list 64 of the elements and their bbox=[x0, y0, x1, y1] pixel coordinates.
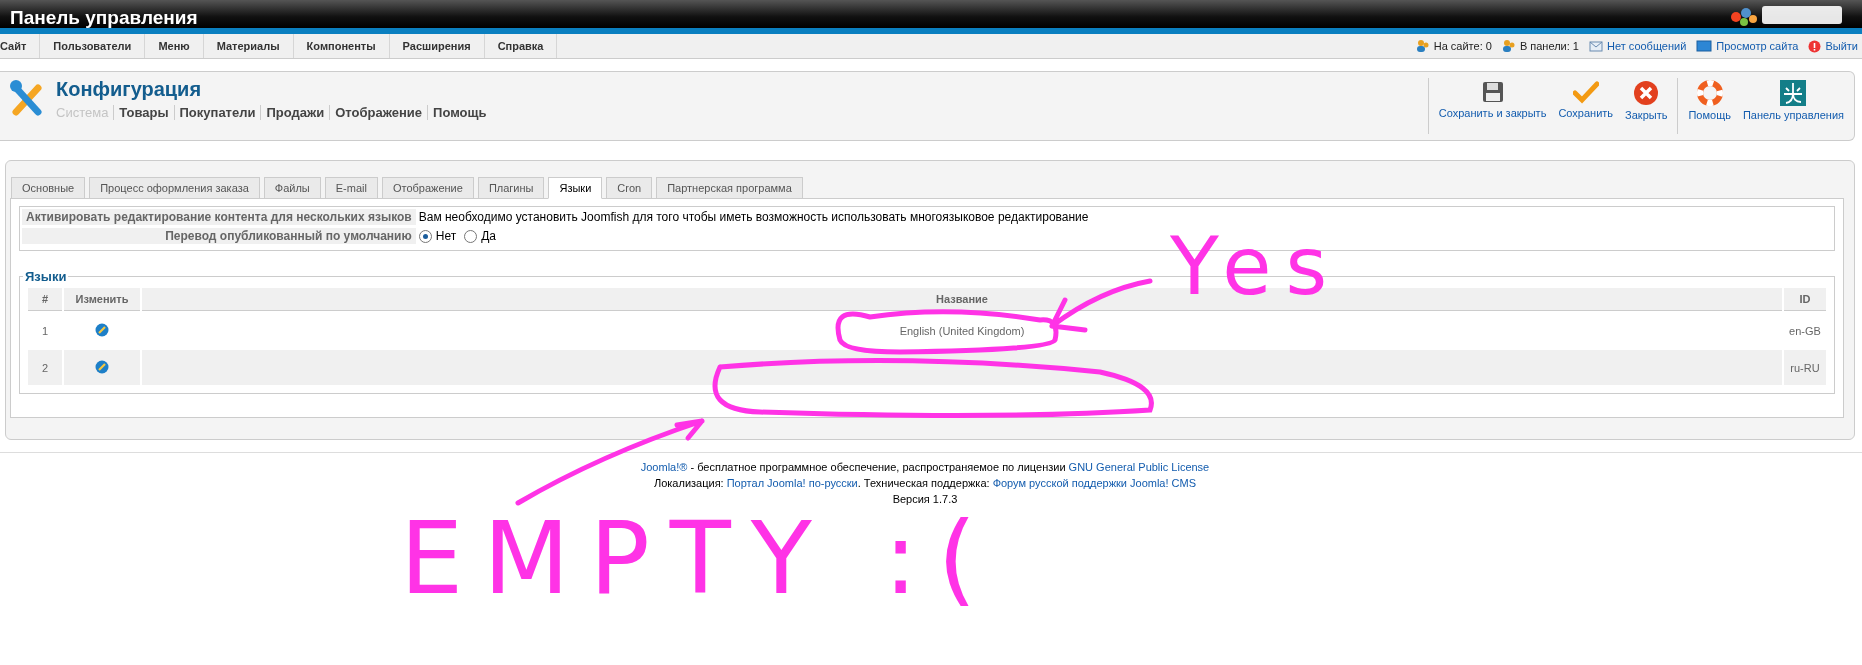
setting-label: Активировать редактирование контента для нескольких языков bbox=[22, 209, 416, 225]
column-header: # bbox=[28, 288, 62, 311]
submenu-link[interactable]: Продажи bbox=[260, 105, 330, 120]
menu-item[interactable]: Сайт bbox=[0, 34, 41, 58]
tab[interactable]: E-mail bbox=[324, 177, 378, 199]
menu-item[interactable]: Компоненты bbox=[293, 34, 390, 58]
radio-label: Да bbox=[481, 229, 496, 243]
status-link[interactable]: Выйти bbox=[1825, 40, 1858, 52]
footer-link[interactable]: Форум русской поддержки Joomla! CMS bbox=[992, 477, 1197, 489]
pencil-icon[interactable] bbox=[95, 359, 109, 374]
footer-text: Версия 1.7.3 bbox=[892, 493, 958, 505]
footer-link[interactable]: GNU General Public License bbox=[1068, 461, 1210, 473]
table-cell: 2 bbox=[28, 350, 62, 385]
toolbar-button[interactable]: Помощь bbox=[1682, 78, 1737, 134]
radio-button[interactable] bbox=[464, 229, 478, 243]
radio-button[interactable] bbox=[418, 229, 432, 243]
menu-item[interactable]: Пользователи bbox=[40, 34, 146, 58]
tab[interactable]: Языки bbox=[548, 177, 603, 199]
users-icon bbox=[1415, 39, 1430, 53]
setting-label: Перевод опубликованный по умолчанию bbox=[22, 228, 416, 244]
footer-link[interactable]: Портал Joomla! по-русски bbox=[726, 477, 858, 489]
page-title: Конфигурация bbox=[56, 78, 203, 101]
users-icon bbox=[1501, 39, 1516, 53]
menu-item[interactable]: Расширения bbox=[389, 34, 485, 58]
pencil-icon[interactable] bbox=[95, 322, 109, 337]
setting-value: Вам необходимо установить Joomfish для того чтобы иметь возможность использовать многоязыковое редактирование bbox=[417, 209, 1090, 225]
column-header: Изменить bbox=[64, 288, 140, 311]
status-link[interactable]: Нет сообщений bbox=[1606, 40, 1687, 52]
status-link[interactable]: Просмотр сайта bbox=[1716, 40, 1799, 52]
footer-text: Joomla!® - бесплатное программное обеспечение, распространяемое по лицензии GNU General Public License bbox=[640, 461, 1210, 473]
submenu-link[interactable]: Отображение bbox=[329, 105, 428, 120]
menu-item[interactable]: Меню bbox=[145, 34, 204, 58]
fieldset-legend: Языки bbox=[23, 269, 69, 284]
alert-icon bbox=[1808, 39, 1822, 53]
column-header: ID bbox=[1784, 288, 1826, 311]
close-icon bbox=[1633, 80, 1660, 106]
toolbar-button[interactable]: Панель управления bbox=[1736, 78, 1850, 134]
menu-item[interactable]: Материалы bbox=[203, 34, 294, 58]
radio-label: Нет bbox=[435, 229, 457, 243]
footer-link[interactable]: Joomla!® bbox=[640, 461, 688, 473]
tab[interactable]: Плагины bbox=[477, 177, 545, 199]
tab[interactable]: Отображение bbox=[381, 177, 474, 199]
tab[interactable]: Процесс оформления заказа bbox=[89, 177, 260, 199]
tab[interactable]: Файлы bbox=[263, 177, 321, 199]
toolbar-button[interactable]: Закрыть bbox=[1619, 78, 1674, 134]
envelope-icon bbox=[1588, 40, 1603, 52]
submenu-link[interactable]: Товары bbox=[113, 105, 174, 120]
toolbar-button[interactable]: Сохранить и закрыть bbox=[1432, 78, 1553, 134]
submenu-link[interactable]: Помощь bbox=[427, 105, 492, 120]
table-cell: ru-RU bbox=[1784, 350, 1826, 385]
header-title: Панель управления bbox=[10, 8, 198, 28]
tab[interactable]: Основные bbox=[11, 177, 86, 199]
status-label: На сайте: 0 bbox=[1433, 40, 1492, 52]
monitor-icon bbox=[1696, 40, 1713, 52]
toolbar-button[interactable]: Сохранить bbox=[1552, 78, 1620, 134]
tab[interactable]: Cron bbox=[606, 177, 653, 199]
panel-logo-icon bbox=[1780, 80, 1807, 106]
lifebuoy-icon bbox=[1696, 80, 1723, 106]
checkmark-icon bbox=[1572, 80, 1599, 104]
status-label: В панели: 1 bbox=[1519, 40, 1579, 52]
menu-item[interactable]: Справка bbox=[484, 34, 558, 58]
footer-text: Локализация: Портал Joomla! по-русски. Техническая поддержка: Форум русской поддержки Joomla! CMS bbox=[653, 477, 1197, 489]
tab[interactable]: Партнерская программа bbox=[656, 177, 803, 199]
submenu-link[interactable]: Покупатели bbox=[173, 105, 261, 120]
